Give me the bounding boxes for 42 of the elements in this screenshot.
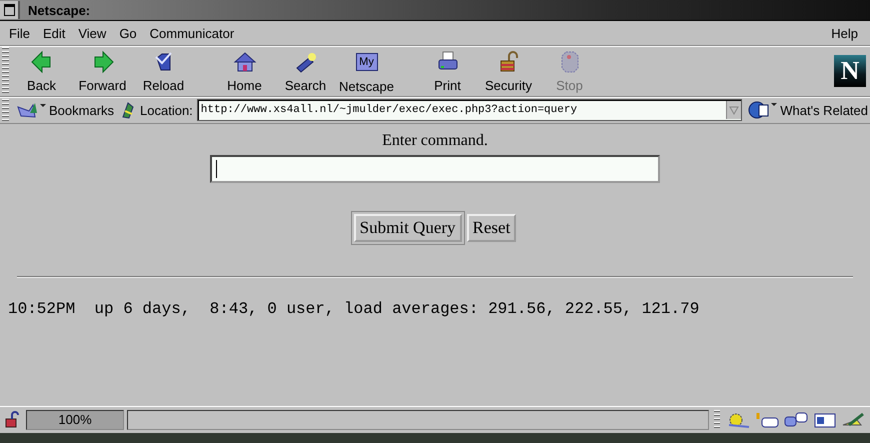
toolbar-button[interactable]: Forward bbox=[72, 47, 133, 95]
menu-item[interactable]: View bbox=[73, 26, 114, 40]
toolbar-grip[interactable] bbox=[2, 47, 9, 95]
window-menu-button[interactable] bbox=[0, 1, 20, 19]
toolbar-button[interactable]: Security bbox=[478, 47, 539, 95]
globe-page-icon bbox=[748, 100, 778, 120]
toolbar-button[interactable]: Home bbox=[214, 47, 275, 95]
progress-text: 100% bbox=[57, 411, 93, 429]
prompt-text: Enter command. bbox=[382, 132, 488, 150]
menu-item[interactable]: Communicator bbox=[144, 26, 242, 40]
submit-button[interactable]: Submit Query bbox=[354, 214, 462, 242]
address-card-icon[interactable] bbox=[812, 411, 838, 429]
dropdown-icon[interactable] bbox=[726, 101, 742, 119]
mailbox-icon[interactable] bbox=[754, 411, 780, 429]
toolbar-button[interactable]: Reload bbox=[133, 47, 194, 95]
url-field[interactable]: http://www.xs4all.nl/~jmulder/exec/exec.php3?action=query bbox=[196, 99, 742, 121]
composer-icon[interactable] bbox=[841, 411, 867, 429]
location-icon bbox=[120, 101, 136, 119]
my-netscape-icon: My bbox=[356, 52, 378, 70]
bookmark-folder-icon bbox=[17, 101, 47, 119]
bookmarks-button[interactable]: Bookmarks bbox=[15, 101, 116, 119]
toolbar-button[interactable]: My Netscape bbox=[336, 47, 397, 95]
left-arrow-icon bbox=[30, 50, 54, 74]
reset-button[interactable]: Reset bbox=[466, 214, 516, 242]
netscape-logo[interactable]: N bbox=[834, 55, 866, 87]
whats-related-button[interactable]: What's Related bbox=[746, 100, 870, 120]
window-title: Netscape: bbox=[28, 2, 90, 18]
menu-item[interactable]: Help bbox=[826, 26, 866, 40]
house-icon bbox=[232, 50, 256, 74]
menu-item[interactable]: Go bbox=[114, 26, 145, 40]
toolbar-button[interactable]: Print bbox=[417, 47, 478, 95]
toolbar-grip[interactable] bbox=[2, 99, 9, 121]
menu-item[interactable]: File bbox=[4, 26, 38, 40]
menu-item[interactable]: Edit bbox=[38, 26, 74, 40]
discussion-icon[interactable] bbox=[783, 411, 809, 429]
padlock-icon[interactable] bbox=[3, 411, 21, 429]
toolbar-button[interactable]: Search bbox=[275, 47, 336, 95]
toolbar-grip[interactable] bbox=[714, 410, 720, 430]
command-field[interactable] bbox=[210, 155, 660, 183]
location-label: Location: bbox=[140, 102, 193, 118]
command-output: 10:52PM up 6 days, 8:43, 0 user, load averages: 291.56, 222.55, 121.79 bbox=[8, 300, 700, 318]
toolbar-button[interactable]: Back bbox=[11, 47, 72, 95]
